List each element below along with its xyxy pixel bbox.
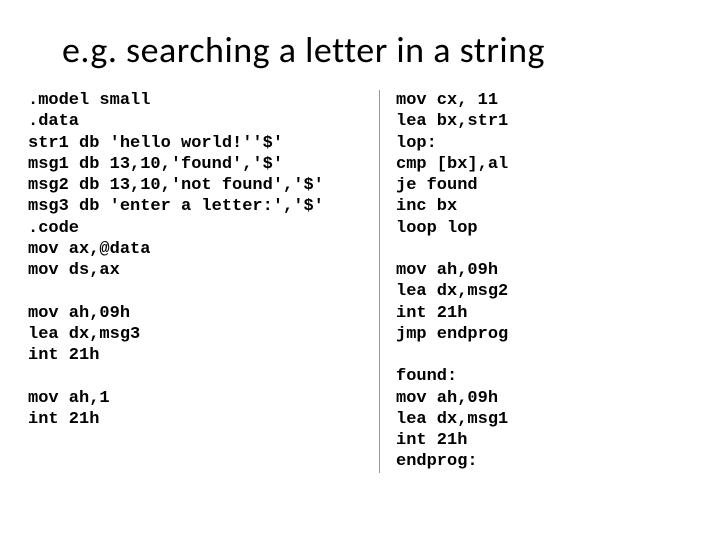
slide-title: e.g. searching a letter in a string: [0, 0, 720, 90]
code-container: .model small .data str1 db 'hello world!…: [0, 90, 720, 473]
code-column-right: mov cx, 11 lea bx,str1 lop: cmp [bx],al …: [380, 90, 508, 473]
code-column-left: .model small .data str1 db 'hello world!…: [28, 90, 380, 473]
